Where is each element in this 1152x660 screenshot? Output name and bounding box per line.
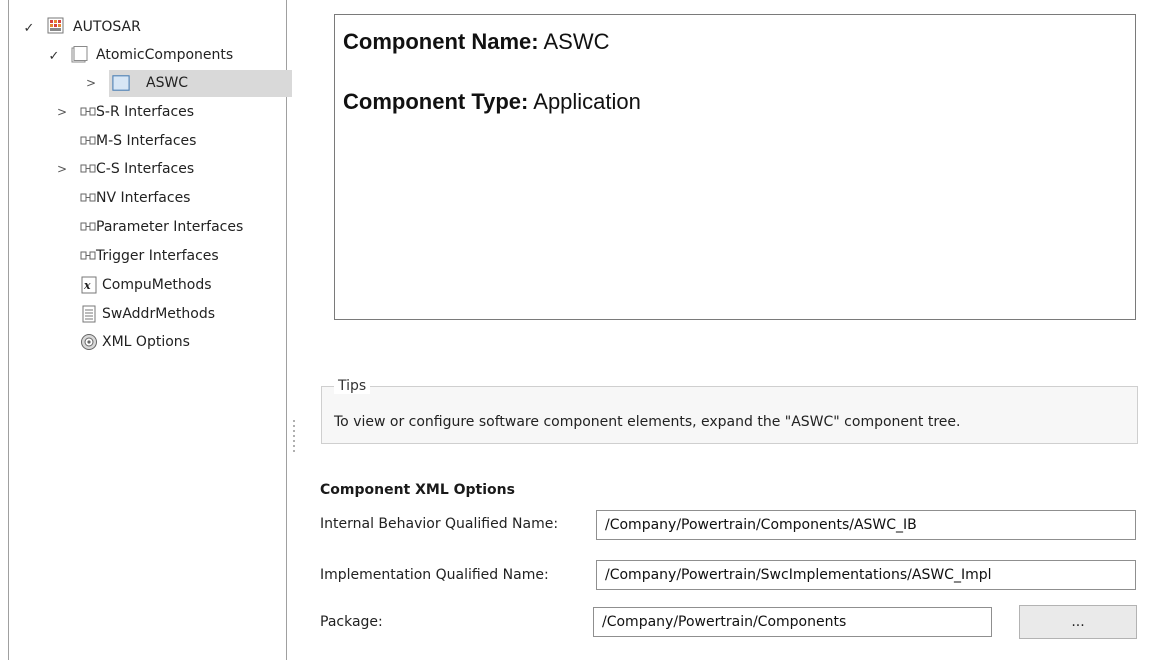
selection-highlight — [109, 70, 292, 97]
interface-icon — [79, 247, 97, 265]
tree-item-atomic-components[interactable]: AtomicComponents — [96, 47, 233, 63]
tree-item-sw-addr-methods[interactable]: SwAddrMethods — [102, 306, 215, 322]
tree-panel: ✓ AUTOSAR ✓ AtomicComponents > ASWC > S-… — [8, 0, 292, 660]
tips-group: Tips To view or configure software compo… — [321, 378, 1138, 444]
tree-item-nv-interfaces[interactable]: NV Interfaces — [96, 190, 190, 206]
tree-item-ms-interfaces[interactable]: M-S Interfaces — [96, 133, 196, 149]
tree-item-compu-methods[interactable]: CompuMethods — [102, 277, 212, 293]
interface-icon — [79, 103, 97, 121]
implementation-input[interactable]: /Company/Powertrain/SwcImplementations/A… — [596, 560, 1136, 590]
component-type-value: Application — [533, 89, 641, 114]
document-icon — [80, 305, 98, 323]
folder-icon — [70, 46, 88, 64]
tree-item-aswc[interactable]: ASWC — [146, 75, 188, 91]
gear-icon — [80, 333, 98, 351]
collapsed-chevron-icon[interactable]: > — [55, 162, 69, 176]
browse-button[interactable]: ... — [1019, 605, 1137, 639]
component-name-label: Component Name: — [343, 29, 539, 54]
tree-item-sr-interfaces[interactable]: S-R Interfaces — [96, 104, 194, 120]
component-name-value: ASWC — [543, 29, 610, 54]
function-icon: x — [80, 276, 98, 294]
component-icon — [112, 74, 130, 92]
component-type-line: Component Type: Application — [343, 89, 641, 115]
implementation-label: Implementation Qualified Name: — [320, 567, 549, 583]
tree-item-trigger-interfaces[interactable]: Trigger Interfaces — [96, 248, 219, 264]
expanded-chevron-icon[interactable]: ✓ — [47, 49, 61, 64]
internal-behavior-input[interactable]: /Company/Powertrain/Components/ASWC_IB — [596, 510, 1136, 540]
interface-icon — [79, 160, 97, 178]
component-type-label: Component Type: — [343, 89, 529, 114]
component-name-line: Component Name: ASWC — [343, 29, 609, 55]
tips-title: Tips — [334, 378, 371, 394]
xml-options-title: Component XML Options — [320, 482, 515, 498]
interface-icon — [79, 132, 97, 150]
interface-icon — [79, 189, 97, 207]
tips-text: To view or configure software component … — [334, 414, 961, 430]
collapsed-chevron-icon[interactable]: > — [55, 105, 69, 119]
svg-text:x: x — [83, 279, 91, 292]
interface-icon — [79, 218, 97, 236]
internal-behavior-label: Internal Behavior Qualified Name: — [320, 516, 559, 532]
collapsed-chevron-icon[interactable]: > — [84, 76, 98, 90]
autosar-icon — [47, 17, 65, 35]
package-label: Package: — [320, 614, 383, 630]
tree-item-xml-options[interactable]: XML Options — [102, 334, 190, 350]
tree-root-label[interactable]: AUTOSAR — [73, 19, 141, 35]
splitter-handle[interactable] — [291, 420, 297, 456]
package-input[interactable]: /Company/Powertrain/Components — [593, 607, 992, 637]
component-summary-box: Component Name: ASWC Component Type: App… — [334, 14, 1136, 320]
tree-item-parameter-interfaces[interactable]: Parameter Interfaces — [96, 219, 243, 235]
expanded-chevron-icon[interactable]: ✓ — [22, 21, 36, 36]
tree-item-cs-interfaces[interactable]: C-S Interfaces — [96, 161, 194, 177]
